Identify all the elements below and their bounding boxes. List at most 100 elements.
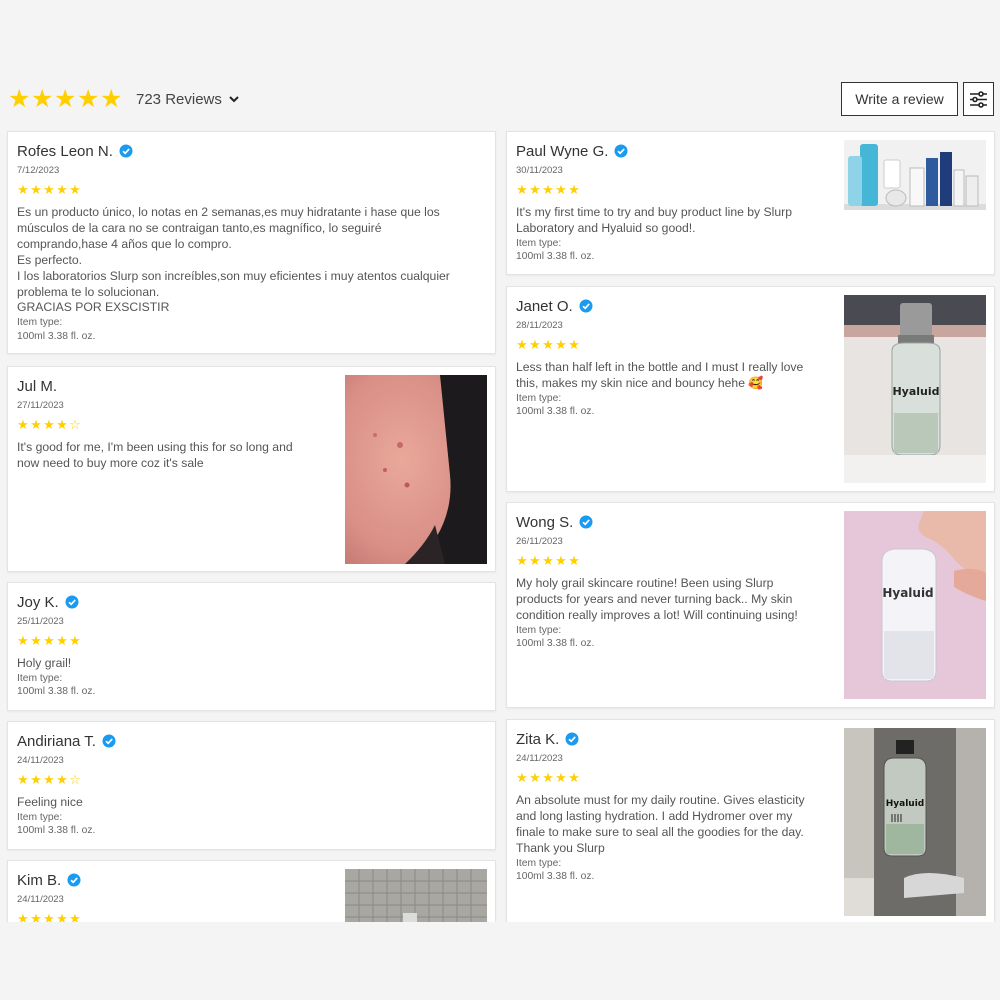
review-card: Andiriana T. 24/11/2023 ★ ★ ★ ★ ☆ Feelin… bbox=[7, 721, 496, 850]
review-stars: ★ ★ ★ ★ ★ bbox=[17, 911, 337, 923]
write-review-button[interactable]: Write a review bbox=[841, 82, 958, 116]
star-icon: ★ bbox=[56, 417, 68, 432]
review-photo-product-lineup[interactable] bbox=[844, 140, 986, 210]
star-icon: ★ bbox=[542, 182, 554, 197]
verified-badge-icon bbox=[67, 873, 81, 887]
item-type-label: Item type: bbox=[516, 237, 562, 249]
item-type-value: 100ml 3.38 fl. oz. bbox=[17, 686, 96, 698]
review-date: 27/11/2023 bbox=[17, 400, 64, 411]
review-date: 7/12/2023 bbox=[17, 165, 60, 176]
hand-holding-bottle-photo: Hyaluid bbox=[844, 511, 986, 699]
review-text: It's good for me, I'm been using this fo… bbox=[17, 440, 293, 470]
hyaluid-bottle-photo: Hyaluid bbox=[844, 295, 986, 483]
product-lineup-photo bbox=[844, 140, 986, 210]
review-text: An absolute must for my daily routine. G… bbox=[516, 793, 805, 855]
star-icon: ★ bbox=[555, 553, 567, 568]
star-icon: ★ bbox=[529, 553, 541, 568]
item-type-value: 100ml 3.38 fl. oz. bbox=[17, 330, 96, 342]
reviewer-name: Paul Wyne G. bbox=[516, 142, 609, 160]
review-date: 25/11/2023 bbox=[17, 616, 64, 627]
star-icon: ★ bbox=[516, 182, 528, 197]
item-type-label: Item type: bbox=[17, 317, 63, 329]
review-stars: ★ ★ ★ ★ ☆ bbox=[17, 418, 337, 432]
chevron-down-icon bbox=[229, 96, 239, 103]
item-type-label: Item type: bbox=[17, 672, 63, 684]
verified-badge-icon bbox=[565, 732, 579, 746]
review-stars: ★ ★ ★ ★ ★ bbox=[17, 634, 487, 648]
review-date: 24/11/2023 bbox=[17, 894, 64, 905]
star-icon: ★ bbox=[77, 85, 100, 113]
review-text: Es un producto único, lo notas en 2 sema… bbox=[17, 205, 450, 315]
star-icon: ★ bbox=[555, 770, 567, 785]
star-icon: ★ bbox=[30, 911, 42, 923]
star-icon: ★ bbox=[529, 337, 541, 352]
summary-stars: ★ ★ ★ ★ ★ bbox=[8, 86, 122, 112]
item-type-label: Item type: bbox=[516, 857, 562, 869]
item-type-label: Item type: bbox=[17, 811, 63, 823]
reviews-header: ★ ★ ★ ★ ★ 723 Reviews Write a review bbox=[0, 82, 1000, 116]
review-card: Paul Wyne G. 30/11/2023 ★ ★ ★ ★ ★ It's m… bbox=[506, 131, 995, 275]
review-photo-skin-closeup[interactable] bbox=[345, 375, 487, 564]
review-photo-hyaluid-bottle[interactable]: Hyaluid bbox=[844, 295, 986, 483]
star-icon: ★ bbox=[30, 633, 42, 648]
review-stars: ★ ★ ★ ★ ★ bbox=[516, 338, 836, 352]
item-type-value: 100ml 3.38 fl. oz. bbox=[516, 638, 595, 650]
star-icon: ★ bbox=[30, 417, 42, 432]
star-icon: ★ bbox=[69, 911, 81, 923]
reviewer-name: Wong S. bbox=[516, 513, 574, 531]
star-icon: ★ bbox=[31, 85, 54, 113]
review-stars: ★ ★ ★ ★ ★ bbox=[17, 183, 487, 197]
star-outline-icon: ☆ bbox=[69, 417, 81, 432]
star-icon: ★ bbox=[56, 911, 68, 923]
reviews-list[interactable]: Rofes Leon N. 7/12/2023 ★ ★ ★ ★ ★ Es un … bbox=[0, 128, 1000, 922]
star-icon: ★ bbox=[529, 770, 541, 785]
reviewer-name: Rofes Leon N. bbox=[17, 142, 113, 160]
star-outline-icon: ☆ bbox=[69, 772, 81, 787]
star-icon: ★ bbox=[568, 553, 580, 568]
verified-badge-icon bbox=[65, 595, 79, 609]
verified-badge-icon bbox=[579, 515, 593, 529]
star-icon: ★ bbox=[43, 911, 55, 923]
item-type-label: Item type: bbox=[516, 624, 562, 636]
verified-badge-icon bbox=[614, 144, 628, 158]
star-icon: ★ bbox=[555, 337, 567, 352]
item-type-value: 100ml 3.38 fl. oz. bbox=[516, 871, 595, 883]
review-date: 30/11/2023 bbox=[516, 165, 563, 176]
star-icon: ★ bbox=[69, 633, 81, 648]
star-icon: ★ bbox=[56, 182, 68, 197]
star-icon: ★ bbox=[43, 417, 55, 432]
review-photo-bottle-by-faucet[interactable]: Hyaluid bbox=[844, 728, 986, 916]
star-icon: ★ bbox=[542, 553, 554, 568]
skin-closeup-photo bbox=[345, 375, 487, 564]
reviewer-name: Jul M. bbox=[17, 377, 58, 395]
review-count: 723 Reviews bbox=[136, 90, 222, 108]
review-card: Zita K. 24/11/2023 ★ ★ ★ ★ ★ An absolute… bbox=[506, 719, 995, 922]
filter-button[interactable] bbox=[963, 82, 994, 116]
review-card: Jul M. 27/11/2023 ★ ★ ★ ★ ☆ It's good fo… bbox=[7, 366, 496, 572]
star-icon: ★ bbox=[555, 182, 567, 197]
bottle-label: Hyaluid bbox=[892, 385, 939, 398]
star-icon: ★ bbox=[43, 633, 55, 648]
review-date: 24/11/2023 bbox=[17, 755, 64, 766]
review-date: 26/11/2023 bbox=[516, 536, 563, 547]
review-stars: ★ ★ ★ ★ ★ bbox=[516, 771, 836, 785]
verified-badge-icon bbox=[102, 734, 116, 748]
product-on-tile-photo bbox=[345, 869, 487, 922]
reviewer-name: Kim B. bbox=[17, 871, 62, 889]
star-icon: ★ bbox=[516, 337, 528, 352]
item-type-value: 100ml 3.38 fl. oz. bbox=[516, 406, 595, 418]
bottle-label: Hyaluid bbox=[886, 799, 925, 809]
review-card: Wong S. 26/11/2023 ★ ★ ★ ★ ★ My holy gra… bbox=[506, 502, 995, 708]
reviewer-name: Janet O. bbox=[516, 297, 573, 315]
star-icon: ★ bbox=[542, 770, 554, 785]
review-photo-product-on-tile[interactable] bbox=[345, 869, 487, 922]
star-icon: ★ bbox=[17, 182, 29, 197]
rating-summary-dropdown[interactable]: ★ ★ ★ ★ ★ 723 Reviews bbox=[8, 86, 240, 112]
review-photo-hand-holding-bottle[interactable]: Hyaluid bbox=[844, 511, 986, 699]
review-stars: ★ ★ ★ ★ ★ bbox=[516, 554, 836, 568]
item-type-value: 100ml 3.38 fl. oz. bbox=[17, 825, 96, 837]
star-icon: ★ bbox=[516, 553, 528, 568]
review-date: 24/11/2023 bbox=[516, 753, 563, 764]
star-icon: ★ bbox=[8, 85, 31, 113]
review-text: My holy grail skincare routine! Been usi… bbox=[516, 576, 798, 622]
